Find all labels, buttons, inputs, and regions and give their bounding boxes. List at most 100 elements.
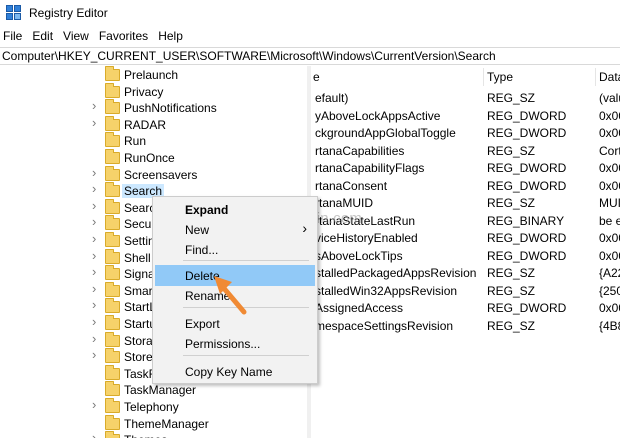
chevron-right-icon[interactable]: › — [92, 215, 98, 228]
value-name: rtanaConsent — [315, 178, 388, 193]
chevron-right-icon[interactable]: › — [92, 182, 98, 195]
chevron-right-icon[interactable]: › — [92, 99, 98, 112]
values-list[interactable]: e Type Data efault) REG_SZ (valu yAboveLock… — [311, 66, 620, 438]
value-row[interactable]: efault) REG_SZ (valu — [311, 90, 620, 107]
value-name: efault) — [315, 91, 349, 105]
chevron-right-icon[interactable]: › — [92, 315, 98, 328]
value-type: REG_SZ — [487, 266, 536, 280]
menu-edit[interactable]: Edit — [28, 29, 59, 43]
folder-icon — [105, 381, 120, 397]
value-type: REG_DWORD — [487, 178, 567, 193]
column-header-data[interactable]: Data — [599, 66, 620, 88]
tree-item-label: Run — [124, 134, 147, 149]
tree-item[interactable]: › PushNotifications — [0, 99, 307, 117]
menu-item-expand[interactable]: Expand — [155, 199, 315, 220]
folder-icon — [105, 414, 120, 430]
value-type: REG_DWORD — [487, 161, 567, 175]
value-type: REG_DWORD — [487, 126, 567, 140]
value-row[interactable]: yAboveLockAppsActive REG_DWORD 0x00 — [311, 108, 620, 125]
tree-item-label: ThemeManager — [124, 416, 209, 431]
tree-item[interactable]: › RADAR — [0, 115, 307, 134]
tree-item[interactable]: TaskManager — [0, 381, 307, 399]
chevron-right-icon[interactable]: › — [92, 116, 98, 129]
tree-item[interactable]: ThemeManager — [0, 414, 307, 433]
tree-item[interactable]: Privacy — [0, 82, 307, 101]
folder-icon — [105, 182, 120, 198]
chevron-right-icon[interactable]: › — [92, 265, 98, 278]
menu-item-copy-key-name[interactable]: Copy Key Name — [155, 361, 315, 382]
menu-item-label: Export — [185, 317, 220, 331]
chevron-right-icon[interactable]: › — [92, 282, 98, 295]
chevron-right-icon[interactable]: › — [92, 199, 98, 212]
menu-favorites[interactable]: Favorites — [95, 29, 154, 43]
menu-item-new[interactable]: New › — [155, 219, 315, 240]
value-row[interactable]: sAboveLockTips REG_DWORD 0x00 — [311, 248, 620, 265]
tree-item[interactable]: › Screensavers — [0, 165, 307, 184]
menu-view[interactable]: View — [59, 29, 95, 43]
tree-item[interactable]: RunOnce — [0, 149, 307, 167]
value-row[interactable]: rtanaConsent REG_DWORD 0x00 — [311, 178, 620, 195]
folder-icon — [105, 149, 120, 164]
folder-icon — [105, 165, 120, 181]
folder-icon — [105, 82, 120, 98]
menu-item-permissions[interactable]: Permissions... — [155, 333, 315, 354]
title-bar: Registry Editor — [0, 0, 620, 26]
menu-file[interactable]: File — [0, 29, 28, 43]
tree-item[interactable]: Prelaunch — [0, 66, 307, 84]
value-name: AssignedAccess — [315, 301, 404, 315]
folder-icon — [105, 215, 120, 231]
folder-icon — [105, 132, 120, 148]
chevron-right-icon[interactable]: › — [92, 398, 98, 411]
folder-icon — [105, 364, 120, 380]
tree-item[interactable]: › Telephony — [0, 398, 307, 416]
tree-item-label: Telephony — [124, 400, 179, 414]
value-data: 0x00 — [599, 108, 620, 123]
value-row[interactable]: rtanaCapabilityFlags REG_DWORD 0x00 — [311, 160, 620, 177]
menu-item-find[interactable]: Find... — [155, 239, 315, 260]
submenu-arrow-icon: › — [302, 220, 307, 236]
value-data: be e — [599, 213, 620, 228]
value-data: (valu — [599, 91, 620, 105]
registry-editor-icon — [6, 5, 22, 21]
chevron-right-icon[interactable]: › — [92, 232, 98, 245]
value-name: mespaceSettingsRevision — [315, 318, 454, 333]
value-type: REG_DWORD — [487, 231, 567, 245]
address-bar[interactable]: Computer\HKEY_CURRENT_USER\SOFTWARE\Micr… — [0, 47, 620, 65]
value-row[interactable]: AssignedAccess REG_DWORD 0x00 — [311, 300, 620, 317]
chevron-right-icon[interactable]: › — [92, 348, 98, 361]
value-type: REG_BINARY — [487, 213, 565, 228]
value-name: rtanaCapabilityFlags — [315, 161, 425, 175]
menu-help[interactable]: Help — [154, 29, 189, 43]
value-row[interactable]: stalledPackagedAppsRevision REG_SZ {A22 — [311, 265, 620, 282]
tree-item[interactable]: Run — [0, 132, 307, 150]
chevron-right-icon[interactable]: › — [92, 431, 98, 438]
value-row[interactable]: mespaceSettingsRevision REG_SZ {4B8 — [311, 318, 620, 335]
value-type: REG_SZ — [487, 196, 536, 210]
value-name: ckgroundAppGlobalToggle — [315, 126, 456, 140]
value-row[interactable]: rtanaCapabilities REG_SZ Cort — [311, 143, 620, 160]
chevron-right-icon[interactable]: › — [92, 166, 98, 179]
address-path[interactable]: Computer\HKEY_CURRENT_USER\SOFTWARE\Micr… — [2, 49, 496, 63]
column-header-type[interactable]: Type — [487, 66, 595, 88]
value-data: 0x00 — [599, 301, 620, 315]
chevron-right-icon[interactable]: › — [92, 298, 98, 311]
pointer-arrow-icon — [214, 276, 247, 315]
value-row[interactable]: stalledWin32AppsRevision REG_SZ {250 — [311, 283, 620, 300]
value-row[interactable]: ckgroundAppGlobalToggle REG_DWORD 0x00 — [311, 125, 620, 142]
column-header-name[interactable]: e — [313, 66, 483, 88]
folder-icon — [105, 398, 120, 413]
folder-icon — [105, 281, 120, 297]
value-data: 0x00 — [599, 126, 620, 140]
chevron-right-icon[interactable]: › — [92, 249, 98, 262]
value-type: REG_SZ — [487, 143, 536, 158]
folder-icon — [105, 348, 120, 364]
folder-icon — [105, 66, 120, 81]
value-type: REG_DWORD — [487, 301, 567, 315]
value-type: REG_SZ — [487, 318, 536, 333]
chevron-right-icon[interactable]: › — [92, 332, 98, 345]
value-row[interactable]: viceHistoryEnabled REG_DWORD 0x00 — [311, 230, 620, 247]
value-type: REG_DWORD — [487, 248, 567, 263]
tree-item[interactable]: › Themes — [0, 431, 307, 438]
value-data: MUI — [599, 196, 620, 210]
value-name: stalledPackagedAppsRevision — [315, 266, 477, 280]
